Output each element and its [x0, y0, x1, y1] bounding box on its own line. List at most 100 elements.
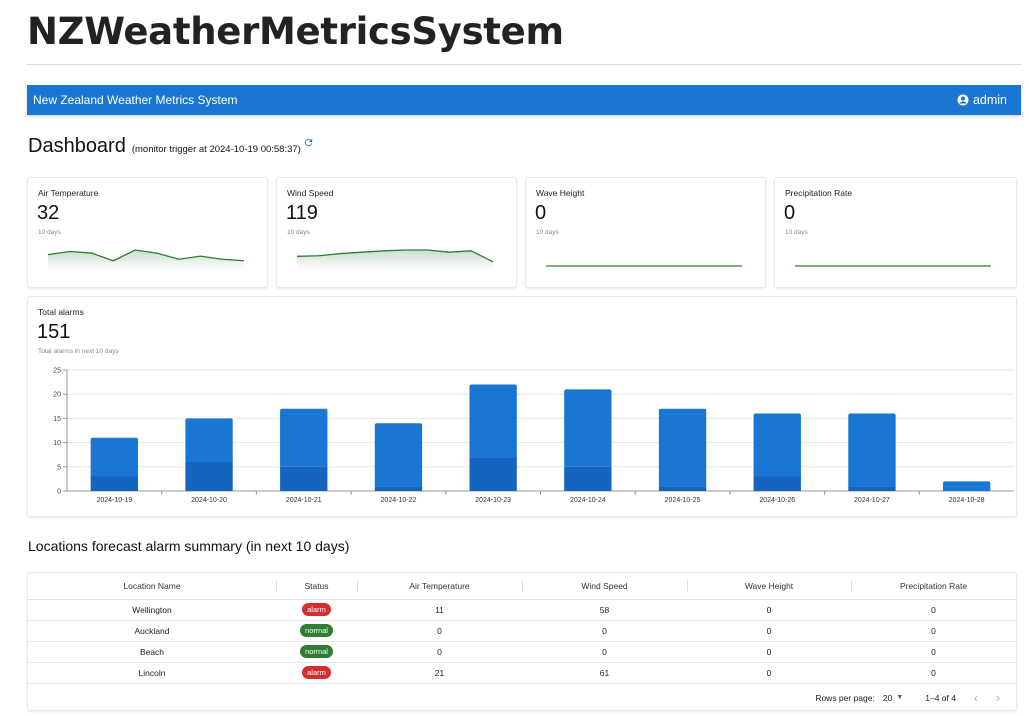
- caret-down-icon: ▼: [896, 694, 904, 701]
- user-name: admin: [972, 93, 1007, 107]
- bar-segment: [469, 457, 517, 491]
- wave-height-cell: 0: [687, 620, 851, 642]
- metric-name: Precipitation Rate: [785, 188, 853, 198]
- total-alarms-card: Total alarms 151 Total alarms in next 10…: [27, 296, 1017, 517]
- y-tick-label: 25: [53, 368, 61, 375]
- rows-per-page-select[interactable]: 20 ▼: [883, 693, 903, 703]
- metric-name: Wind Speed: [287, 188, 334, 198]
- metric-card-wind-speed: Wind Speed 119 10 days: [276, 177, 517, 288]
- column-header[interactable]: Location Name: [28, 573, 276, 600]
- bar-segment: [90, 437, 139, 477]
- metric-card-wave-height: Wave Height 0 10 days: [525, 177, 766, 288]
- x-tick-label: 2024-10-24: [570, 497, 606, 504]
- rows-per-page-label: Rows per page:: [815, 692, 875, 703]
- table-pagination: Rows per page: 20 ▼ 1–4 of 4 ‹ ›: [28, 684, 1016, 712]
- bar-segment: [753, 413, 801, 477]
- metric-name: Air Temperature: [38, 188, 99, 198]
- air-temperature-cell: 21: [357, 662, 522, 684]
- wind-speed-cell: 61: [522, 662, 687, 684]
- refresh-button[interactable]: [303, 138, 314, 157]
- precipitation-rate-cell: 0: [851, 599, 1016, 621]
- wave-height-cell: 0: [687, 662, 851, 684]
- metric-caption: 10 days: [38, 229, 61, 236]
- bar-segment: [90, 476, 139, 491]
- air-temperature-cell: 0: [357, 620, 522, 642]
- column-header[interactable]: Air Temperature: [357, 573, 522, 600]
- table-row[interactable]: Lincoln alarm 21 61 0 0: [28, 662, 1016, 684]
- wave-height-cell: 0: [687, 641, 851, 663]
- column-header[interactable]: Wave Height: [687, 573, 851, 600]
- bar-segment: [658, 486, 707, 491]
- metric-caption: 10 days: [536, 229, 559, 236]
- page-title: NZWeatherMetricsSystem: [27, 10, 564, 53]
- bar-segment: [942, 481, 991, 491]
- x-tick-label: 2024-10-23: [475, 497, 511, 504]
- dashboard-title: Dashboard: [28, 135, 126, 157]
- sparkline: [546, 265, 742, 267]
- x-tick-label: 2024-10-19: [96, 497, 132, 504]
- metric-value: 0: [535, 202, 547, 224]
- app-bar: New Zealand Weather Metrics System admin: [27, 85, 1021, 115]
- refresh-icon: [304, 138, 313, 147]
- bar-segment: [469, 384, 517, 458]
- precipitation-rate-cell: 0: [851, 620, 1016, 642]
- table-row[interactable]: Beach normal 0 0 0 0: [28, 641, 1016, 663]
- bar-segment: [753, 476, 801, 491]
- status-cell: alarm: [276, 599, 357, 621]
- location-name-cell: Beach: [28, 641, 276, 663]
- status-cell: normal: [276, 641, 357, 663]
- bar-segment: [564, 466, 612, 491]
- bar-segment: [280, 408, 328, 467]
- pagination-range: 1–4 of 4: [925, 692, 956, 703]
- metric-value: 0: [784, 202, 796, 224]
- column-header[interactable]: Precipitation Rate: [851, 573, 1016, 600]
- status-cell: normal: [276, 620, 357, 642]
- user-menu-button[interactable]: admin: [957, 93, 1007, 107]
- y-tick-label: 0: [57, 489, 61, 496]
- bar-segment: [564, 389, 612, 467]
- next-page-button[interactable]: ›: [996, 691, 1000, 705]
- column-header[interactable]: Wind Speed: [522, 573, 687, 600]
- status-cell: alarm: [276, 662, 357, 684]
- sparkline-area: [48, 250, 244, 270]
- metric-card-precipitation-rate: Precipitation Rate 0 10 days: [774, 177, 1017, 288]
- precipitation-rate-cell: 0: [851, 641, 1016, 663]
- rows-per-page-value: 20: [882, 692, 893, 703]
- bar-segment: [185, 461, 233, 491]
- y-tick-label: 15: [53, 416, 61, 423]
- bar-segment: [374, 423, 423, 487]
- location-name-cell: Wellington: [28, 599, 276, 621]
- location-name-cell: Auckland: [28, 620, 276, 642]
- summary-title: Locations forecast alarm summary (in nex…: [28, 538, 350, 554]
- status-badge: normal: [300, 645, 333, 658]
- metric-name: Wave Height: [536, 188, 585, 198]
- wind-speed-cell: 58: [522, 599, 687, 621]
- table-row[interactable]: Auckland normal 0 0 0 0: [28, 620, 1016, 642]
- y-tick-label: 10: [53, 440, 61, 447]
- previous-page-button[interactable]: ‹: [974, 691, 978, 705]
- table-header-row: Location Name Status Air Temperature Win…: [28, 573, 1016, 600]
- sparkline-area: [297, 250, 493, 270]
- title-divider: [27, 64, 1021, 65]
- summary-table-card: Location Name Status Air Temperature Win…: [27, 572, 1017, 711]
- bar-segment: [374, 486, 423, 491]
- x-tick-label: 2024-10-20: [191, 497, 227, 504]
- x-tick-label: 2024-10-27: [854, 497, 890, 504]
- column-header[interactable]: Status: [276, 573, 357, 600]
- bar-segment: [848, 486, 896, 491]
- air-temperature-cell: 0: [357, 641, 522, 663]
- status-badge: alarm: [302, 666, 331, 679]
- y-tick-label: 5: [57, 464, 61, 471]
- sparkline: [296, 249, 494, 270]
- table-row[interactable]: Wellington alarm 11 58 0 0: [28, 599, 1016, 621]
- dashboard-header: Dashboard (monitor trigger at 2024-10-19…: [28, 135, 314, 158]
- wave-height-cell: 0: [687, 599, 851, 621]
- precipitation-rate-cell: 0: [851, 662, 1016, 684]
- x-tick-label: 2024-10-25: [665, 497, 701, 504]
- x-tick-label: 2024-10-21: [286, 497, 322, 504]
- x-tick-label: 2024-10-28: [949, 497, 985, 504]
- metric-caption: 10 days: [785, 229, 808, 236]
- metric-value: 119: [286, 202, 318, 224]
- bar-segment: [848, 413, 896, 487]
- metric-value: 32: [37, 202, 60, 224]
